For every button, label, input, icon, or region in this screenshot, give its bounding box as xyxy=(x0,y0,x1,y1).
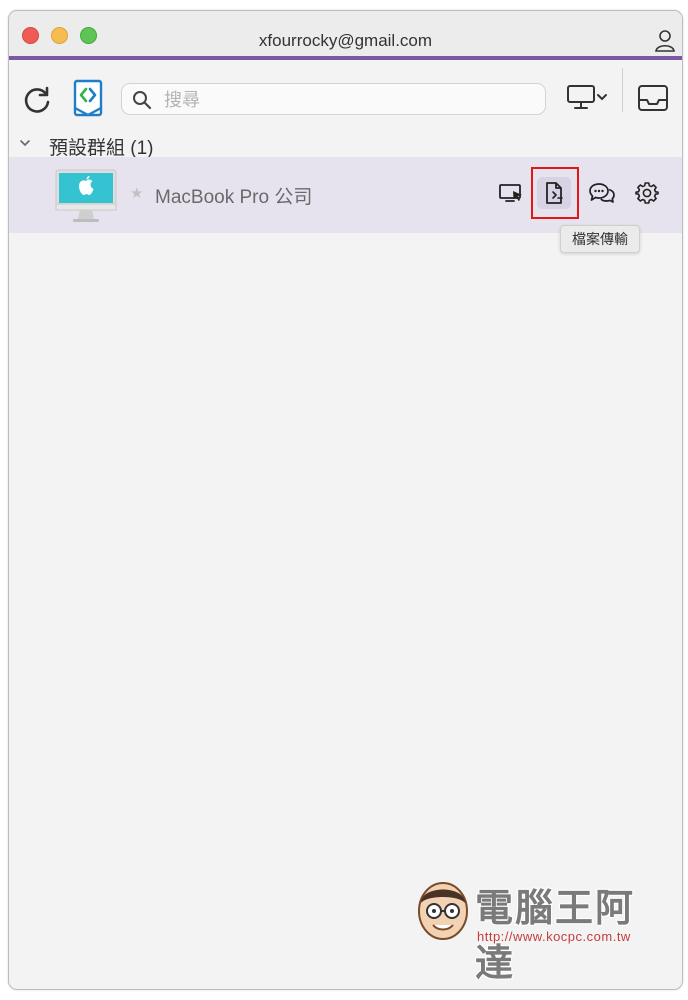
device-row[interactable]: ★ MacBook Pro 公司 xyxy=(9,157,682,233)
title-bar: xfourrocky@gmail.com xyxy=(9,11,682,56)
favorite-star-icon[interactable]: ★ xyxy=(130,184,143,202)
remote-control-button[interactable] xyxy=(494,177,528,209)
inbox-icon xyxy=(638,85,668,111)
remote-control-icon xyxy=(499,184,522,202)
search-input[interactable] xyxy=(162,87,536,113)
display-dropdown-button[interactable] xyxy=(562,80,612,114)
gear-icon xyxy=(635,182,659,204)
group-label: 預設群組 (1) xyxy=(49,138,154,159)
monitor-icon xyxy=(567,85,595,109)
app-window: xfourrocky@gmail.com 搜尋 預設群組 (1) ★ MacBo… xyxy=(8,10,683,990)
inbox-button[interactable] xyxy=(633,80,673,116)
chat-icon xyxy=(589,183,615,203)
watermark-mascot-icon xyxy=(413,875,473,945)
chevron-down-icon[interactable] xyxy=(17,135,33,151)
toolbar-divider xyxy=(622,68,623,112)
device-name: MacBook Pro 公司 xyxy=(155,187,313,208)
chat-button[interactable] xyxy=(585,177,619,209)
settings-button[interactable] xyxy=(630,177,664,209)
app-logo-button[interactable] xyxy=(70,78,106,118)
teamviewer-logo-icon xyxy=(73,79,103,117)
search-icon xyxy=(133,91,152,110)
window-title: xfourrocky@gmail.com xyxy=(258,31,433,50)
watermark: 電腦王阿達 http://www.kocpc.com.tw xyxy=(413,873,665,985)
toolbar xyxy=(9,60,682,132)
search-box[interactable] xyxy=(121,83,546,115)
account-icon[interactable] xyxy=(654,29,676,53)
refresh-button[interactable] xyxy=(21,84,53,116)
chevron-down-icon xyxy=(597,94,607,101)
refresh-icon xyxy=(24,86,50,113)
file-transfer-tooltip: 檔案傳輸 xyxy=(560,225,640,253)
watermark-url: http://www.kocpc.com.tw xyxy=(477,929,631,944)
file-transfer-highlight xyxy=(531,167,579,219)
imac-device-icon xyxy=(55,169,117,223)
